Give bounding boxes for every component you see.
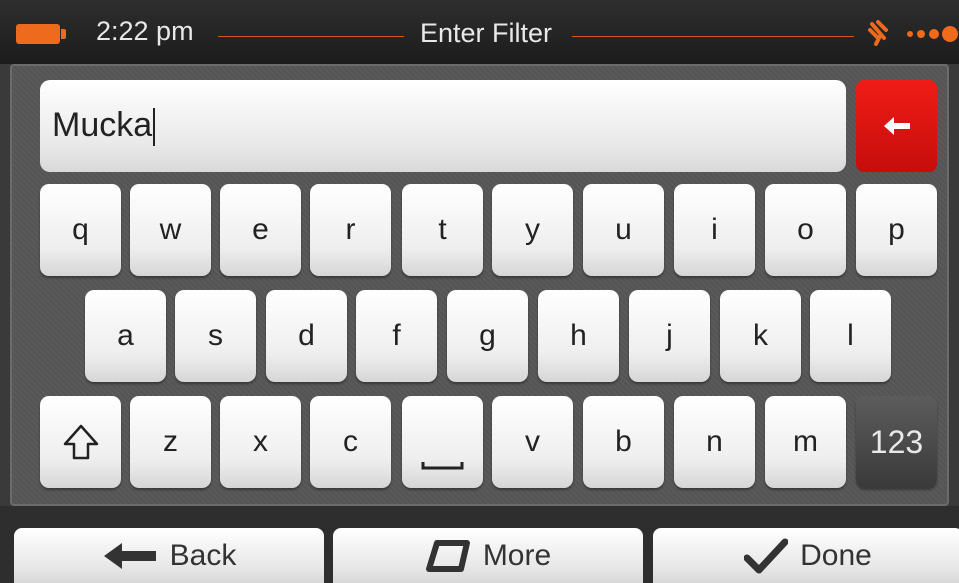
- shift-arrow-icon: [63, 424, 98, 460]
- key-a[interactable]: a: [85, 290, 166, 382]
- back-button-label: Back: [169, 538, 237, 572]
- numeric-toggle-key[interactable]: 123: [856, 396, 937, 488]
- clock-time: 2:22 pm: [96, 16, 194, 46]
- key-y[interactable]: y: [492, 184, 573, 276]
- key-z[interactable]: z: [130, 396, 211, 488]
- gps-satellite-icon: [868, 20, 958, 46]
- key-p[interactable]: p: [856, 184, 937, 276]
- backspace-button[interactable]: [856, 80, 937, 172]
- more-button[interactable]: More: [333, 528, 643, 583]
- key-v[interactable]: v: [492, 396, 573, 488]
- space-key[interactable]: [402, 396, 483, 488]
- key-d[interactable]: d: [266, 290, 347, 382]
- battery-icon: [16, 24, 66, 44]
- key-g[interactable]: g: [447, 290, 528, 382]
- arrow-left-icon: [103, 542, 156, 569]
- key-e[interactable]: e: [220, 184, 301, 276]
- checkmark-icon: [744, 538, 789, 573]
- key-l[interactable]: l: [810, 290, 891, 382]
- key-m[interactable]: m: [765, 396, 846, 488]
- key-t[interactable]: t: [402, 184, 483, 276]
- key-k[interactable]: k: [720, 290, 801, 382]
- filter-input-value: Mucka: [52, 106, 153, 144]
- key-r[interactable]: r: [310, 184, 391, 276]
- done-button-label: Done: [800, 538, 872, 572]
- arrow-left-icon: [884, 117, 910, 135]
- key-q[interactable]: q: [40, 184, 121, 276]
- status-bar: 2:22 pm Enter Filter: [0, 0, 959, 64]
- key-o[interactable]: o: [765, 184, 846, 276]
- space-bar-icon: [421, 462, 464, 470]
- key-x[interactable]: x: [220, 396, 301, 488]
- more-button-label: More: [482, 538, 552, 572]
- text-caret: [153, 108, 156, 147]
- key-w[interactable]: w: [130, 184, 211, 276]
- key-f[interactable]: f: [356, 290, 437, 382]
- key-j[interactable]: j: [629, 290, 710, 382]
- key-u[interactable]: u: [583, 184, 664, 276]
- more-options-icon: [425, 539, 470, 572]
- key-b[interactable]: b: [583, 396, 664, 488]
- shift-key[interactable]: [40, 396, 121, 488]
- done-button[interactable]: Done: [653, 528, 959, 583]
- page-title: Enter Filter: [419, 18, 553, 48]
- title-divider-right: [572, 36, 854, 37]
- key-s[interactable]: s: [175, 290, 256, 382]
- filter-input[interactable]: Mucka: [40, 80, 846, 172]
- title-divider-left: [218, 36, 404, 37]
- key-c[interactable]: c: [310, 396, 391, 488]
- back-button[interactable]: Back: [14, 528, 324, 583]
- key-i[interactable]: i: [674, 184, 755, 276]
- key-h[interactable]: h: [538, 290, 619, 382]
- key-n[interactable]: n: [674, 396, 755, 488]
